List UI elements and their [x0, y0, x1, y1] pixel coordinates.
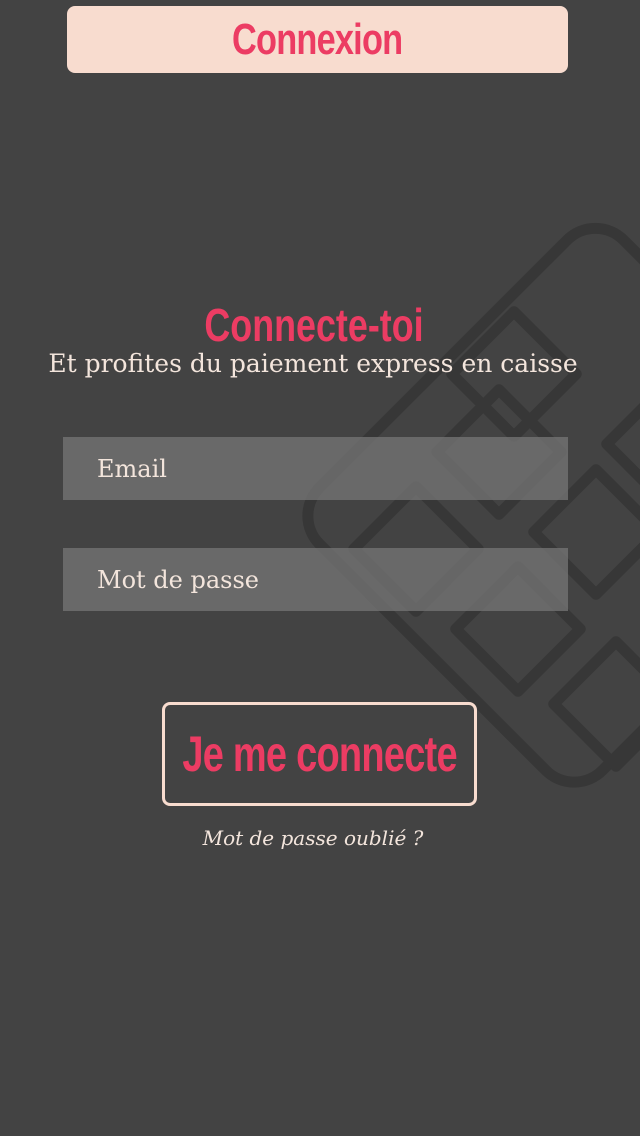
header-bar: Connexion — [67, 6, 568, 73]
email-field[interactable] — [63, 437, 568, 500]
login-button-label: Je me connecte — [182, 726, 457, 782]
login-button[interactable]: Je me connecte — [162, 702, 477, 806]
forgot-password-link[interactable]: Mot de passe oublié ? — [0, 824, 626, 852]
login-heading: Connecte-toi — [204, 299, 424, 351]
password-field-container — [63, 548, 568, 611]
password-field[interactable] — [63, 548, 568, 611]
email-field-container — [63, 437, 568, 500]
login-subheading: Et profites du paiement express en caiss… — [48, 349, 578, 378]
page-title: Connexion — [232, 14, 403, 64]
